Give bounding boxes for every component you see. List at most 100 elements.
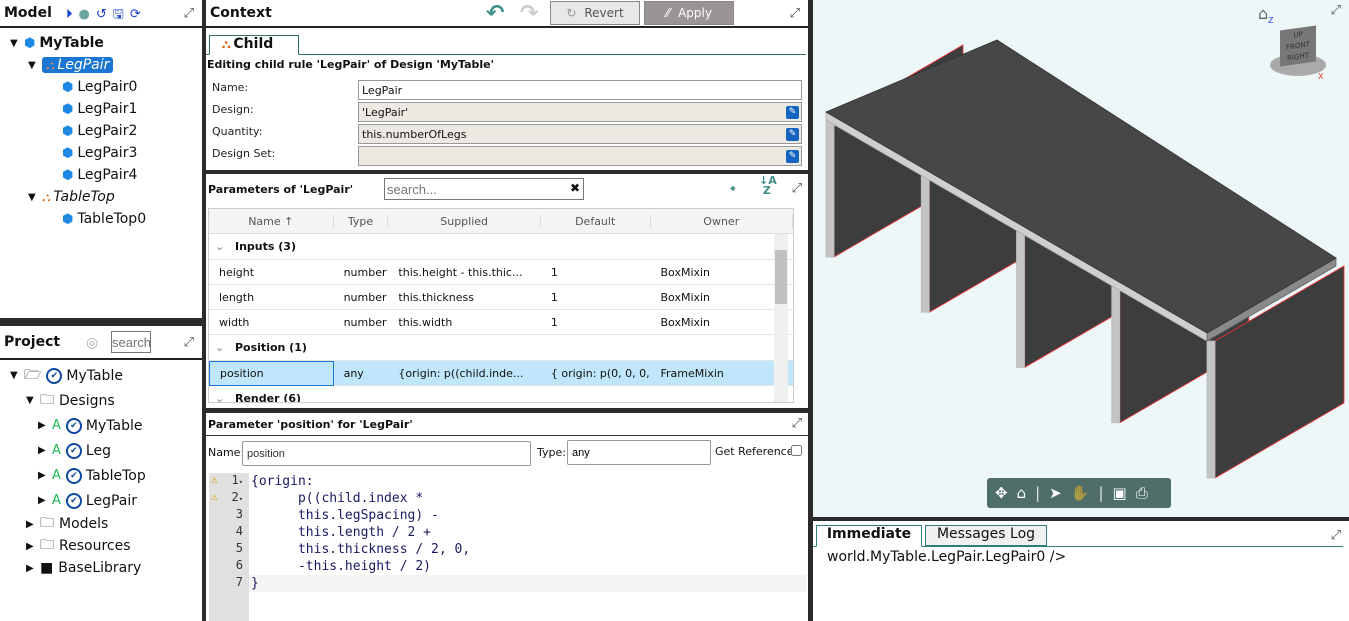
caret-right-icon[interactable]: ▶ — [26, 541, 40, 552]
view-cube-menu-icon[interactable]: ▣ — [1113, 484, 1127, 502]
model-tree-item[interactable]: ▼ ⬢ MyTable — [0, 32, 202, 54]
caret-down-icon[interactable]: ▼ — [28, 60, 42, 71]
project-tree-item[interactable]: ▶ ■ BaseLibrary — [0, 557, 202, 579]
project-tree-item[interactable]: ▶ A ✔ MyTable — [0, 413, 202, 438]
param-name-input[interactable] — [242, 441, 531, 466]
maximize-icon[interactable]: ⤢ — [1331, 3, 1341, 18]
model-tree-item[interactable]: ⬢ LegPair1 — [0, 98, 202, 120]
maximize-icon[interactable]: ⤢ — [184, 6, 194, 21]
caret-right-icon[interactable]: ▶ — [26, 563, 40, 574]
pan-hand-icon[interactable]: ✋ — [1071, 484, 1090, 502]
column-header[interactable]: Name ↑ — [209, 214, 334, 228]
maximize-icon[interactable]: ⤢ — [792, 416, 802, 431]
model-tree-item[interactable]: ▼ ⛬ TableTop — [0, 186, 202, 208]
caret-down-icon[interactable]: ▼ — [28, 192, 42, 203]
project-tree-item[interactable]: ▼ 🗀 Designs — [0, 388, 202, 413]
code-line[interactable]: 4 this.length / 2 + — [209, 524, 806, 541]
table-row[interactable]: height number this.height - this.thic... 1 B… — [209, 260, 793, 285]
field-input[interactable]: LegPair — [358, 80, 802, 100]
field-input[interactable]: ✎ — [358, 146, 802, 166]
clear-search-icon[interactable]: ✖ — [570, 181, 580, 195]
pdf-export-icon[interactable]: ⎙ — [1136, 484, 1148, 502]
tree-item-label: Designs — [59, 392, 115, 409]
project-tree-item[interactable]: ▶ A ✔ TableTop — [0, 463, 202, 488]
group-row[interactable]: ⌄ Inputs (3) — [209, 234, 793, 260]
caret-down-icon[interactable]: ▼ — [10, 370, 24, 381]
caret-right-icon[interactable]: ▶ — [26, 519, 40, 530]
project-search-input[interactable] — [111, 331, 151, 353]
edit-pencil-icon[interactable]: ✎ — [786, 106, 799, 119]
apply-button[interactable]: ⁄⁄ Apply — [644, 1, 734, 25]
model-tree-item[interactable]: ⬢ TableTop0 — [0, 208, 202, 230]
code-line[interactable]: 7} — [209, 575, 806, 592]
caret-right-icon[interactable]: ▶ — [38, 445, 52, 456]
3d-viewer[interactable]: ⌂ UP FRONT RIGHT Z X ⤢ ✥ ⌂ | ➤ ✋ | ▣ ⎙ — [813, 0, 1349, 517]
select-pointer-icon[interactable]: ➤ — [1049, 484, 1062, 502]
caret-right-icon[interactable]: ▶ — [38, 495, 52, 506]
field-input[interactable]: 'LegPair' ✎ — [358, 102, 802, 122]
code-editor[interactable]: ⚠ 1▾ {origin: ⚠ 2▾ p((child.index * 3 this.le… — [209, 473, 806, 621]
table-row[interactable]: length number this.thickness 1 BoxMixin — [209, 285, 793, 310]
edit-pencil-icon[interactable]: ✎ — [786, 128, 799, 141]
undo-icon[interactable]: ↶ — [486, 1, 504, 26]
hidden-eye-icon[interactable]: ◎ — [86, 335, 98, 351]
get-reference-checkbox[interactable] — [791, 445, 802, 456]
group-row[interactable]: ⌄ Position (1) — [209, 335, 793, 361]
project-tree-item[interactable]: ▶ 🗀 Resources — [0, 535, 202, 557]
edit-pencil-icon[interactable]: ✎ — [786, 150, 799, 163]
project-tree-item[interactable]: ▼ 🗁 ✔ MyTable — [0, 363, 202, 388]
model-tree-item[interactable]: ⬢ LegPair0 — [0, 76, 202, 98]
maximize-icon[interactable]: ⤢ — [1331, 528, 1341, 543]
project-tree-item[interactable]: ▶ 🗀 Models — [0, 513, 202, 535]
maximize-icon[interactable]: ⤢ — [792, 181, 802, 196]
param-type-input[interactable] — [567, 440, 711, 465]
revert-button[interactable]: ↻ Revert — [550, 1, 640, 25]
parameters-search-input[interactable] — [384, 178, 584, 200]
caret-right-icon[interactable]: ▶ — [38, 420, 52, 431]
column-header[interactable]: Type — [334, 214, 389, 228]
table-row[interactable]: position any {origin: p((child.inde... { or… — [209, 360, 793, 386]
home-view-icon[interactable]: ⌂ — [1258, 4, 1268, 23]
tab-messages-log[interactable]: Messages Log — [925, 525, 1047, 546]
maximize-icon[interactable]: ⤢ — [184, 335, 194, 350]
chevron-down-icon[interactable]: ⌄ — [209, 341, 235, 354]
code-line[interactable]: ⚠ 2▾ p((child.index * — [209, 490, 806, 507]
tab-immediate[interactable]: Immediate — [816, 525, 922, 547]
sort-az-icon[interactable]: ↓A Z — [759, 175, 777, 196]
home-icon[interactable]: ⌂ — [1017, 484, 1027, 502]
caret-right-icon[interactable]: ▶ — [38, 470, 52, 481]
eraser-icon[interactable]: ⬩ — [730, 178, 736, 198]
chevron-down-icon[interactable]: ⌄ — [209, 240, 235, 253]
model-tree-item[interactable]: ⬢ LegPair2 — [0, 120, 202, 142]
play-icon[interactable]: ⏵ — [66, 7, 79, 22]
code-line[interactable]: 6 -this.height / 2) — [209, 558, 806, 575]
fit-view-icon[interactable]: ✥ — [995, 484, 1008, 502]
redo-icon[interactable]: ↷ — [520, 1, 538, 26]
code-line[interactable]: 3 this.legSpacing) - — [209, 507, 806, 524]
code-line[interactable]: 5 this.thickness / 2, 0, — [209, 541, 806, 558]
leg-front-edge — [1206, 340, 1216, 479]
table-scrollbar[interactable] — [774, 234, 788, 402]
model-tree-item[interactable]: ▼ ⛬ LegPair — [0, 54, 202, 76]
save-icon[interactable]: 🖫 — [113, 7, 130, 22]
group-row[interactable]: ⌄ Render (6) — [209, 386, 793, 402]
table-row[interactable]: width number this.width 1 BoxMixin — [209, 310, 793, 335]
project-tree-item[interactable]: ▶ A ✔ LegPair — [0, 488, 202, 513]
column-header[interactable]: Owner — [651, 214, 794, 228]
field-input[interactable]: this.numberOfLegs ✎ — [358, 124, 802, 144]
caret-down-icon[interactable]: ▼ — [10, 38, 24, 49]
history-icon[interactable]: ↺ — [96, 7, 113, 22]
model-tree-item[interactable]: ⬢ LegPair4 — [0, 164, 202, 186]
project-tree-item[interactable]: ▶ A ✔ Leg — [0, 438, 202, 463]
model-tree-item[interactable]: ⬢ LegPair3 — [0, 142, 202, 164]
chevron-down-icon[interactable]: ⌄ — [209, 392, 235, 402]
view-cube[interactable]: UP FRONT RIGHT Z X — [1268, 16, 1330, 81]
column-header[interactable]: Default — [541, 214, 651, 228]
code-line[interactable]: ⚠ 1▾ {origin: — [209, 473, 806, 490]
maximize-icon[interactable]: ⤢ — [790, 6, 800, 21]
caret-down-icon[interactable]: ▼ — [26, 395, 40, 406]
line-number: 7 — [209, 575, 249, 592]
refresh-icon[interactable]: ⟳ — [130, 7, 147, 22]
column-header[interactable]: Supplied — [388, 214, 541, 228]
tab-child[interactable]: ⛬ Child — [209, 35, 299, 55]
